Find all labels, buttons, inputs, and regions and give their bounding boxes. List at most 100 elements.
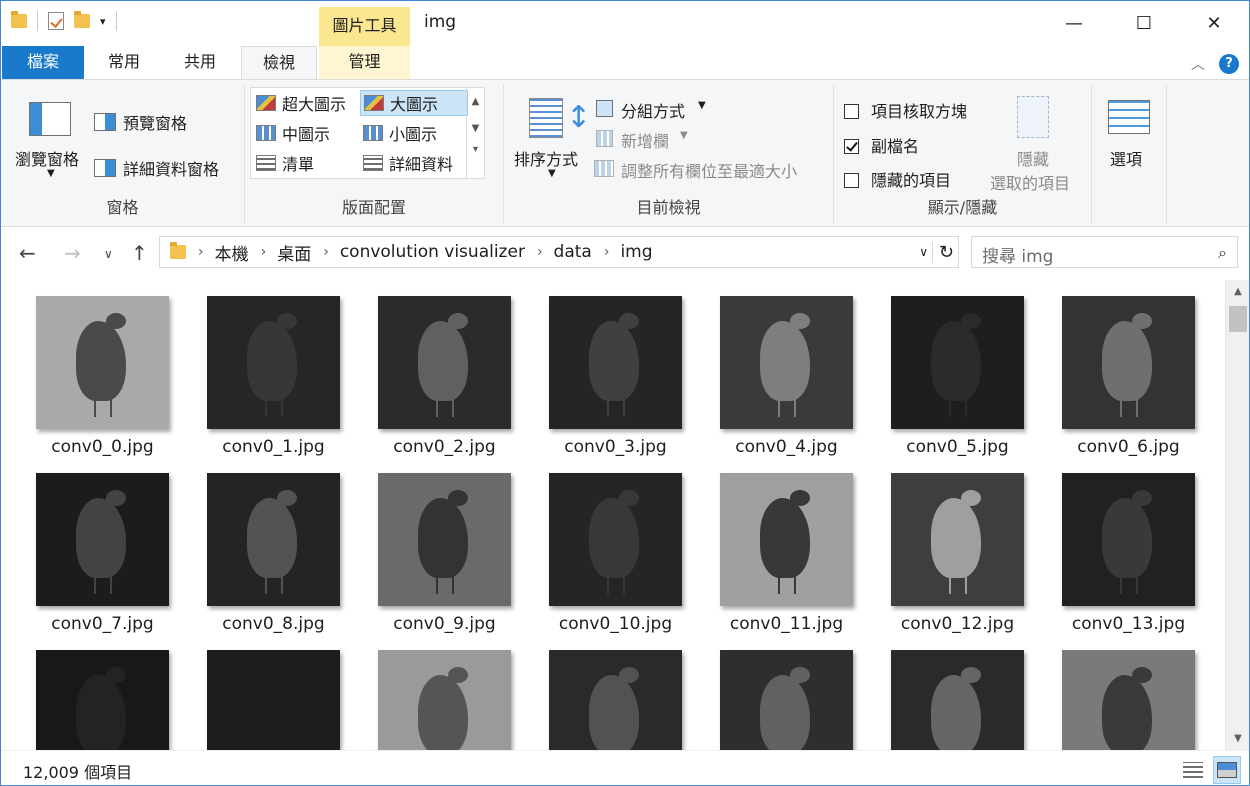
- size-all-columns-button[interactable]: 調整所有欄位至最適大小: [621, 158, 797, 182]
- file-extensions-toggle[interactable]: 副檔名: [844, 133, 919, 157]
- file-item[interactable]: conv0_11.jpg: [701, 473, 872, 638]
- recent-locations-button[interactable]: ∨: [104, 247, 113, 261]
- file-view: conv0_0.jpg conv0_1.jpg conv0_2.jpg conv0_3…: [1, 280, 1225, 750]
- navigation-pane-button[interactable]: 瀏覽窗格: [15, 146, 79, 170]
- maximize-button[interactable]: ☐: [1109, 1, 1179, 45]
- options-button[interactable]: 選項: [1110, 146, 1142, 170]
- layout-list[interactable]: 清單: [253, 150, 317, 176]
- file-item[interactable]: conv0_8.jpg: [188, 473, 359, 638]
- group-by-button[interactable]: 分組方式: [621, 98, 685, 122]
- hidden-items-toggle[interactable]: 隱藏的項目: [844, 167, 951, 191]
- large-icons-view-button[interactable]: [1213, 756, 1241, 784]
- bird-image: [1102, 490, 1152, 594]
- breadcrumb-item[interactable]: › data: [525, 242, 592, 262]
- status-bar: 12,009 個項目: [1, 750, 1249, 785]
- add-columns-button[interactable]: 新增欄: [621, 128, 669, 152]
- layout-large-icons[interactable]: 大圖示: [360, 90, 468, 116]
- file-name: conv0_0.jpg: [51, 437, 154, 457]
- file-item[interactable]: [17, 650, 188, 750]
- tab-manage[interactable]: 管理: [319, 46, 410, 79]
- layout-extra-large-icons[interactable]: 超大圖示: [253, 90, 349, 116]
- item-count: 12,009 個項目: [23, 763, 133, 782]
- hide-selected-button[interactable]: 隱藏: [1017, 146, 1049, 170]
- preview-pane-button[interactable]: 預覽窗格: [123, 110, 187, 134]
- quick-access-toolbar: ▾: [11, 11, 117, 31]
- chevron-down-icon[interactable]: ▼: [47, 168, 55, 179]
- minimize-ribbon-icon[interactable]: ︿: [1191, 54, 1205, 74]
- file-item[interactable]: conv0_0.jpg: [17, 296, 188, 461]
- sort-by-button[interactable]: 排序方式: [514, 146, 578, 170]
- file-item[interactable]: [530, 650, 701, 750]
- close-button[interactable]: ✕: [1179, 1, 1249, 45]
- scroll-down-arrow[interactable]: ▼: [1226, 733, 1249, 744]
- item-checkboxes-toggle[interactable]: 項目核取方塊: [844, 98, 967, 122]
- tab-share[interactable]: 共用: [164, 46, 236, 79]
- bird-image: [247, 667, 297, 750]
- properties-icon[interactable]: [48, 12, 64, 30]
- chevron-down-icon[interactable]: ▼: [680, 130, 688, 141]
- address-dropdown-icon[interactable]: ∨: [919, 245, 928, 259]
- file-thumbnail: [36, 650, 169, 750]
- bird-image: [589, 490, 639, 594]
- bird-image: [931, 313, 981, 417]
- file-item[interactable]: conv0_2.jpg: [359, 296, 530, 461]
- file-item[interactable]: [872, 650, 1043, 750]
- breadcrumb-item[interactable]: › img: [592, 242, 653, 262]
- search-icon[interactable]: ⌕: [1218, 243, 1227, 263]
- search-input[interactable]: 搜尋 img ⌕: [971, 236, 1238, 268]
- bird-image: [1102, 313, 1152, 417]
- file-item[interactable]: conv0_7.jpg: [17, 473, 188, 638]
- help-icon[interactable]: ?: [1219, 54, 1239, 74]
- scroll-up-arrow[interactable]: ▲: [1226, 286, 1249, 297]
- file-item[interactable]: [1043, 650, 1214, 750]
- up-button[interactable]: ↑: [131, 241, 148, 265]
- item-checkboxes-checkbox[interactable]: [844, 104, 859, 119]
- file-item[interactable]: conv0_9.jpg: [359, 473, 530, 638]
- chevron-down-icon[interactable]: ▼: [698, 100, 706, 111]
- file-item[interactable]: conv0_5.jpg: [872, 296, 1043, 461]
- breadcrumb-item[interactable]: › convolution visualizer: [311, 242, 525, 262]
- scrollbar-thumb[interactable]: [1229, 306, 1247, 332]
- layout-small-icons[interactable]: 小圖示: [360, 120, 440, 146]
- layout-medium-icons[interactable]: 中圖示: [253, 120, 333, 146]
- file-item[interactable]: conv0_12.jpg: [872, 473, 1043, 638]
- list-icon: [256, 155, 276, 171]
- file-extensions-checkbox[interactable]: [844, 139, 859, 154]
- file-item[interactable]: conv0_3.jpg: [530, 296, 701, 461]
- file-item[interactable]: conv0_1.jpg: [188, 296, 359, 461]
- new-folder-icon[interactable]: [74, 11, 90, 28]
- file-item[interactable]: conv0_4.jpg: [701, 296, 872, 461]
- tab-view[interactable]: 檢視: [241, 46, 317, 80]
- chevron-down-icon[interactable]: ▼: [548, 168, 556, 179]
- breadcrumb[interactable]: › 本機 › 桌面 › convolution visualizer › data › i…: [159, 236, 959, 268]
- layout-gallery-scroll[interactable]: ▲ ▼ ▾: [466, 88, 484, 178]
- file-name: conv0_10.jpg: [558, 614, 673, 634]
- details-view-button[interactable]: [1179, 756, 1207, 784]
- customize-toolbar-icon[interactable]: ▾: [100, 15, 106, 28]
- forward-button[interactable]: →: [64, 241, 81, 265]
- details-pane-button[interactable]: 詳細資料窗格: [123, 156, 219, 180]
- ribbon-tabs: 檔案 常用 共用 檢視 管理 ︿ ?: [1, 46, 1249, 80]
- file-thumbnail: [891, 296, 1024, 429]
- refresh-icon[interactable]: ↻: [931, 241, 954, 263]
- file-item[interactable]: [359, 650, 530, 750]
- file-thumbnail: [1062, 473, 1195, 606]
- file-item[interactable]: [188, 650, 359, 750]
- file-item[interactable]: conv0_6.jpg: [1043, 296, 1214, 461]
- file-item[interactable]: [701, 650, 872, 750]
- back-button[interactable]: ←: [19, 241, 36, 265]
- bird-image: [76, 313, 126, 417]
- tab-home[interactable]: 常用: [89, 46, 159, 79]
- file-thumbnail: [207, 473, 340, 606]
- breadcrumb-label: convolution visualizer: [339, 242, 525, 262]
- minimize-button[interactable]: —: [1039, 1, 1109, 45]
- breadcrumb-label: img: [620, 242, 653, 262]
- vertical-scrollbar[interactable]: ▲ ▼: [1225, 280, 1249, 750]
- hidden-items-checkbox[interactable]: [844, 173, 859, 188]
- file-item[interactable]: conv0_13.jpg: [1043, 473, 1214, 638]
- breadcrumb-item[interactable]: › 本機: [186, 240, 249, 265]
- file-item[interactable]: conv0_10.jpg: [530, 473, 701, 638]
- breadcrumb-item[interactable]: › 桌面: [249, 240, 312, 265]
- tab-file[interactable]: 檔案: [2, 46, 84, 79]
- layout-details[interactable]: 詳細資料: [360, 150, 456, 176]
